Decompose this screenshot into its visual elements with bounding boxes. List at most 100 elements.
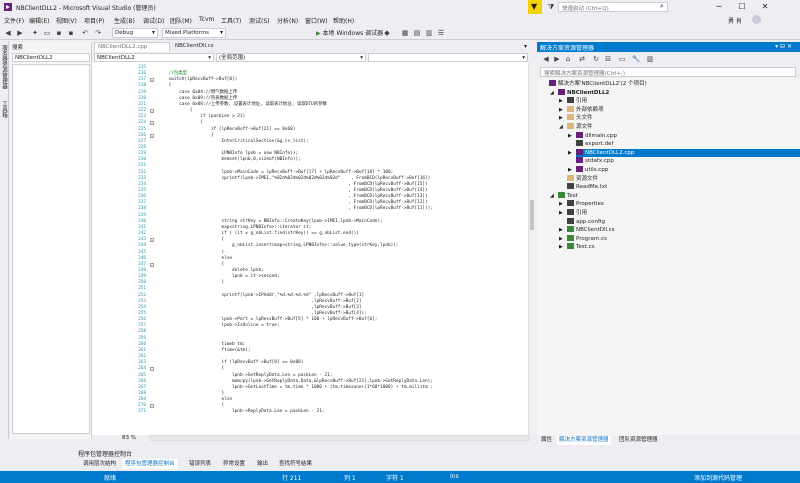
toolbar-icon[interactable]: ▥ [424, 28, 434, 38]
code-line[interactable]: 267 lpnb->GetLastTime = tm.time * 1000 +… [92, 385, 528, 391]
tree-item[interactable]: Properties [567, 200, 604, 208]
expanded-arrow-icon[interactable]: ◢ [550, 89, 554, 97]
menu-project[interactable]: 项目(P) [84, 16, 104, 25]
collapsed-arrow-icon[interactable]: ▶ [568, 132, 572, 140]
code-line[interactable]: 253 ,lpRecvBuff->Buf[2] [92, 299, 528, 305]
left-pane-list[interactable] [12, 64, 90, 434]
tree-item[interactable]: Program.cs [567, 234, 607, 243]
user-name[interactable]: 勇 肖 [728, 16, 742, 25]
collapsed-arrow-icon[interactable]: ▶ [559, 243, 563, 251]
menu-analyze[interactable]: 分析(N) [277, 16, 298, 25]
notification-flag-icon[interactable]: ▼ [528, 0, 542, 14]
collapsed-arrow-icon[interactable]: ▶ [559, 106, 563, 114]
tree-item[interactable]: ReadMe.txt [567, 183, 607, 191]
tree-item[interactable]: Test [558, 191, 578, 200]
expanded-arrow-icon[interactable]: ◢ [559, 123, 563, 131]
refresh-icon[interactable]: ↻ [591, 54, 601, 64]
code-line[interactable]: 232 lpnb->MainCode = lpRecvBuff->Buf[17]… [92, 170, 528, 176]
server-explorer-tab[interactable]: 服务器资源管理器 [1, 45, 8, 89]
home-icon[interactable]: ⌂ [563, 54, 573, 64]
code-line[interactable]: 271 lpnb->ReplyData.Len = packLen - 21; [92, 409, 528, 415]
tree-item[interactable]: NBClientDll.cs [567, 226, 615, 234]
maximize-button[interactable]: ☐ [731, 1, 753, 13]
tree-item[interactable]: 引用 [567, 97, 587, 105]
tab-nbclientdll2-cpp[interactable]: NBClientDLL2.cpp [94, 42, 170, 52]
quick-launch-input[interactable]: 快速启动 (Ctrl+Q) [558, 2, 668, 12]
code-line[interactable]: 231 [92, 163, 528, 169]
code-line[interactable]: 239 [92, 213, 528, 219]
collapsed-arrow-icon[interactable]: ▶ [559, 226, 563, 234]
tree-item[interactable]: utils.cpp [576, 166, 608, 174]
fold-toggle-icon[interactable]: − [150, 133, 154, 138]
tab-properties[interactable]: 属性 [539, 436, 554, 445]
menu-file[interactable]: 文件(F) [4, 16, 24, 25]
code-line[interactable]: 238 , FromBCD(lpRecvBuff->Buf[11])); [92, 206, 528, 212]
menu-tools[interactable]: 工具(T) [221, 16, 241, 25]
code-line[interactable]: 258 [92, 329, 528, 335]
preview-icon[interactable]: ▥ [645, 54, 655, 64]
expanded-arrow-icon[interactable]: ◢ [550, 192, 554, 200]
code-line[interactable]: 233 sprintf(lpnb->IMEI,"%02d%02d%02d%02d… [92, 176, 528, 182]
code-line[interactable]: 254 ,lpRecvBuff->Buf[3] [92, 305, 528, 311]
tree-item[interactable]: app.config [567, 217, 605, 226]
tree-item[interactable]: 引用 [567, 209, 587, 217]
toolbox-tab[interactable]: 工具箱 [1, 101, 8, 118]
tree-item[interactable]: export.def [576, 140, 613, 148]
code-line[interactable]: 227 EnterCriticalSection(&g_cs_list); [92, 139, 528, 145]
code-lines[interactable]: 215 216 //包类型 217− switch(lpRecvBuff->Buf[… [92, 62, 528, 435]
code-line[interactable]: 251 [92, 286, 528, 292]
code-line[interactable]: 225 if (lpRecvBuff->Buf[21] == 0x68) [92, 127, 528, 133]
collapsed-arrow-icon[interactable]: ▶ [559, 235, 563, 243]
tree-item[interactable]: 资源文件 [567, 174, 598, 183]
code-line[interactable]: 230 memset(lpnb,0,sizeof(NBInfo)); [92, 157, 528, 163]
toolbar-icon[interactable]: ☰ [436, 28, 446, 38]
code-line[interactable]: 261 ftime(&tm); [92, 348, 528, 354]
fold-toggle-icon[interactable]: − [150, 238, 154, 243]
toolbar-icon[interactable]: ▤ [412, 28, 422, 38]
collapsed-arrow-icon[interactable]: ▶ [559, 114, 563, 122]
tab-team-explorer[interactable]: 团队资源管理器 [617, 436, 660, 445]
attach-icon[interactable]: ◆ [382, 28, 392, 38]
show-all-files-icon[interactable]: ▭ [617, 54, 627, 64]
zoom-level[interactable]: 83 % [122, 435, 136, 441]
output-tab[interactable]: 调用层次结构 [80, 459, 119, 469]
tree-item[interactable]: stdafx.cpp [576, 157, 614, 165]
code-line[interactable]: 234 , FromBCD(lpRecvBuff->Buf[15]) [92, 182, 528, 188]
menu-view[interactable]: 视图(V) [56, 16, 77, 25]
code-line[interactable]: 257 lpnb->IsOnline = true; [92, 323, 528, 329]
solution-platform-select[interactable]: Mixed Platforms [162, 28, 226, 38]
code-line[interactable]: 252 sprintf(lpnb->IPAddr,"%d.%d.%d.%d" ,… [92, 293, 528, 299]
collapse-all-icon[interactable]: ⊟ [603, 54, 613, 64]
tab-dropdown-icon[interactable]: ▾ [524, 43, 527, 50]
forward-icon[interactable]: ▶ [15, 28, 25, 38]
code-line[interactable]: 241 map<string,LPNBInfo>::iterator it; [92, 225, 528, 231]
output-tab[interactable]: 程序包管理器控制台 [122, 459, 178, 469]
code-line[interactable]: 260 timeb tm; [92, 342, 528, 348]
code-line[interactable]: 245 } [92, 250, 528, 256]
close-button[interactable]: ✕ [754, 1, 776, 13]
fold-toggle-icon[interactable]: − [150, 78, 154, 83]
member-nav-select[interactable] [368, 53, 528, 62]
fold-toggle-icon[interactable]: − [150, 262, 154, 267]
tab-solution-explorer[interactable]: 解决方案资源管理器 [557, 436, 611, 445]
output-tab[interactable]: 异常设置 [220, 459, 248, 469]
code-line[interactable]: 247− { [92, 262, 528, 268]
tree-item[interactable]: NBClientDLL2 [558, 88, 609, 97]
scope-nav-select[interactable]: (全局范围) [216, 53, 366, 62]
open-icon[interactable]: ▭ [42, 28, 52, 38]
menu-debug[interactable]: 调试(D) [143, 16, 164, 25]
menu-team[interactable]: 团队(M) [170, 16, 192, 25]
tab-nbclientdll-cs[interactable]: NBClientDll.cs [172, 42, 242, 52]
tree-item[interactable]: 头文件 [567, 114, 593, 122]
redo-icon[interactable]: ↷ [93, 28, 103, 38]
search-icon[interactable]: ⌕ [660, 2, 664, 11]
toolbar-icon[interactable]: ▦ [400, 28, 410, 38]
fold-toggle-icon[interactable]: − [150, 367, 154, 372]
code-line[interactable]: 250 } [92, 280, 528, 286]
filter-icon[interactable]: ⧩ [548, 3, 554, 12]
menu-test[interactable]: 测试(S) [249, 16, 270, 25]
fold-toggle-icon[interactable]: − [150, 121, 154, 126]
add-to-source-control-button[interactable]: 添加到源代码管理 [694, 473, 742, 482]
collapsed-arrow-icon[interactable]: ▶ [568, 149, 572, 157]
new-project-icon[interactable]: ✦ [30, 28, 40, 38]
